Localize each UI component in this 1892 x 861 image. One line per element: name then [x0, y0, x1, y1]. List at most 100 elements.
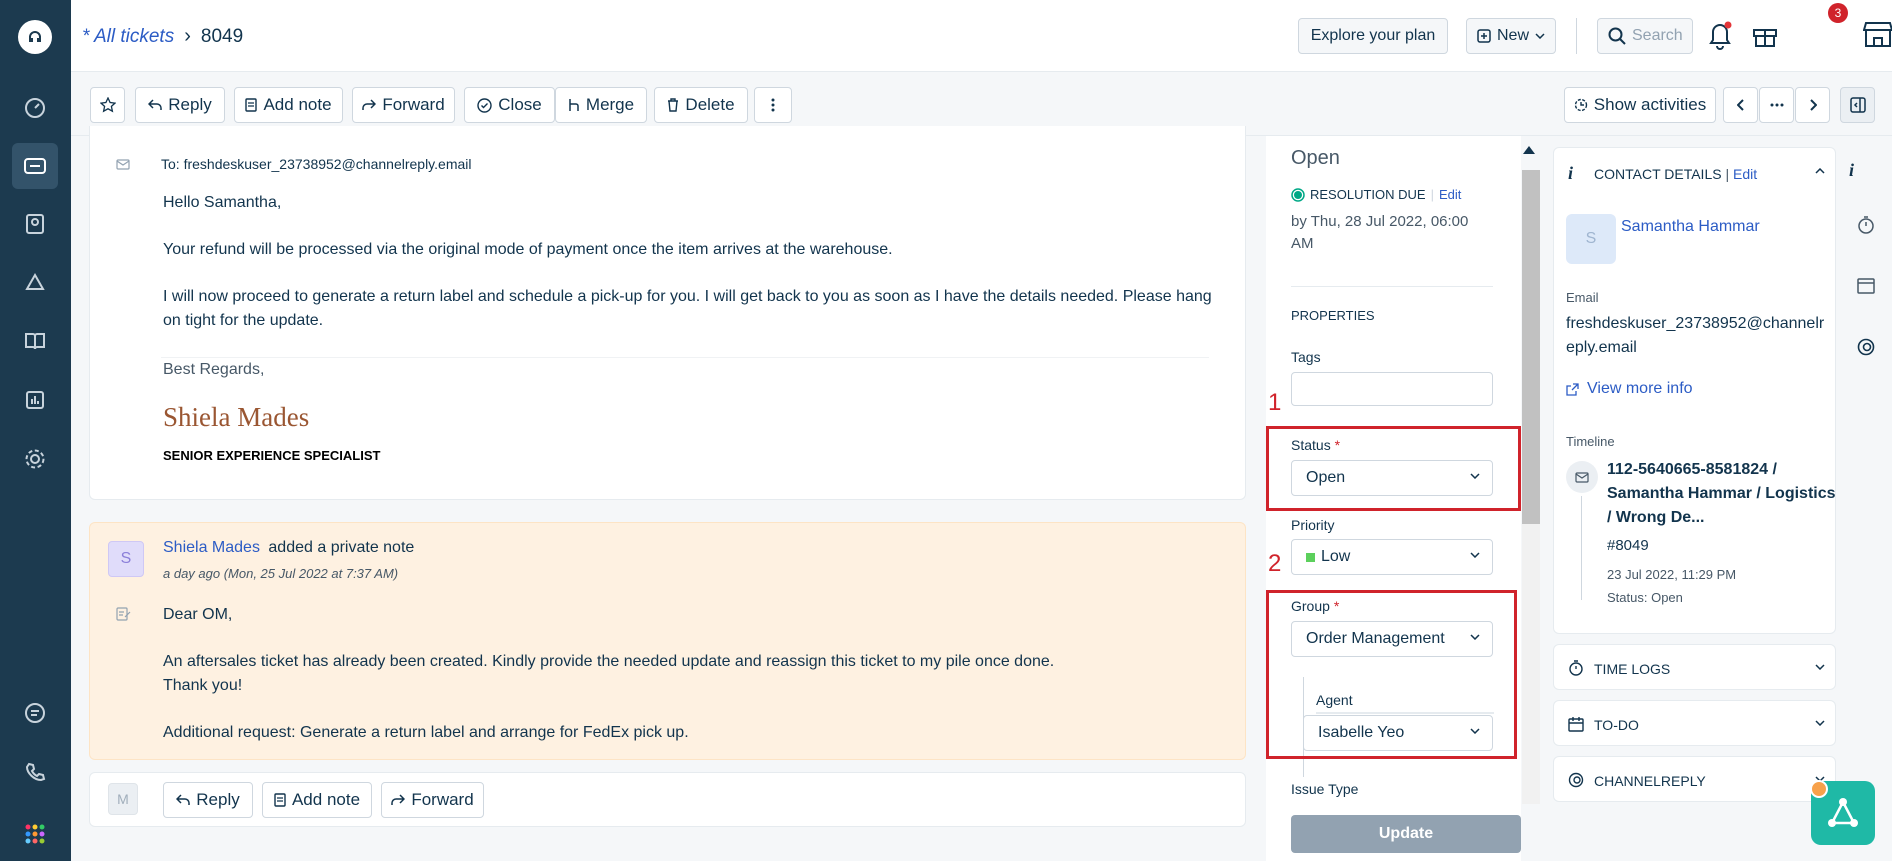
breadcrumb: * All tickets › 8049	[82, 25, 243, 48]
horizontal-dots-icon	[1770, 103, 1783, 107]
rail-info-icon[interactable]: i	[1849, 160, 1854, 181]
show-activities-button[interactable]: Show activities	[1564, 87, 1716, 123]
close-ticket-button[interactable]: Close	[464, 87, 555, 123]
note-line-2: An aftersales ticket has already been cr…	[163, 653, 1055, 670]
previous-ticket-button[interactable]	[1723, 87, 1758, 123]
delete-button[interactable]: Delete	[654, 87, 748, 123]
note-edit-icon	[116, 607, 131, 621]
timer-icon	[1569, 660, 1583, 676]
assistant-network-icon	[1828, 798, 1858, 827]
merge-button[interactable]: Merge	[555, 87, 647, 123]
recipient-line: To: freshdeskuser_23738952@channelreply.…	[161, 156, 472, 172]
todo-panel[interactable]: TO-DO	[1553, 700, 1836, 746]
contacts-icon[interactable]	[12, 201, 58, 247]
new-button[interactable]: New	[1466, 18, 1556, 54]
freshdesk-logo-icon[interactable]	[18, 20, 52, 54]
chevron-down-icon	[1815, 664, 1825, 670]
signature-name: Shiela Mades	[163, 402, 310, 432]
search-input[interactable]: Search	[1597, 18, 1693, 54]
merge-label: Merge	[585, 95, 635, 114]
rail-channelreply-icon[interactable]	[1857, 338, 1875, 356]
chevron-down-icon	[1535, 33, 1545, 39]
header-divider	[1576, 18, 1577, 54]
close-label: Close	[498, 95, 542, 114]
reply-bar-reply-button[interactable]: Reply	[163, 782, 253, 818]
note-icon	[245, 98, 258, 112]
reply-bar-reply-label: Reply	[196, 790, 240, 809]
add-note-button[interactable]: Add note	[234, 87, 343, 123]
reply-bar-add-note-button[interactable]: Add note	[262, 782, 372, 818]
reply-icon	[176, 794, 191, 805]
activity-clock-icon	[1574, 98, 1587, 112]
show-activities-label: Show activities	[1593, 95, 1707, 114]
all-tickets-link[interactable]: * All tickets	[82, 26, 174, 48]
timeline-subject-line-2[interactable]: Samantha Hammar / Logistics	[1607, 485, 1836, 503]
chevron-right-icon	[1809, 99, 1817, 111]
resolution-due-label: RESOLUTION DUE	[1310, 187, 1426, 202]
time-logs-panel[interactable]: TIME LOGS	[1553, 644, 1836, 690]
gift-icon[interactable]	[1751, 20, 1779, 48]
chevron-up-icon[interactable]	[1815, 168, 1825, 174]
explore-plan-button[interactable]: Explore your plan	[1298, 18, 1448, 54]
channelreply-icon	[1568, 772, 1584, 788]
resolution-edit-link[interactable]: Edit	[1439, 187, 1461, 202]
search-placeholder: Search	[1632, 27, 1683, 44]
note-line-3: Thank you!	[163, 677, 243, 694]
toggle-sidebar-button[interactable]	[1840, 87, 1875, 123]
forward-button[interactable]: Forward	[352, 87, 455, 123]
email-message-card: To: freshdeskuser_23738952@channelreply.…	[89, 126, 1246, 500]
email-line-1: Your refund will be processed via the or…	[163, 241, 893, 258]
reply-button[interactable]: Reply	[135, 87, 225, 123]
next-ticket-button[interactable]	[1795, 87, 1830, 123]
timeline-subject-line-3[interactable]: / Wrong De...	[1607, 509, 1704, 527]
companies-icon[interactable]	[12, 260, 58, 306]
tickets-icon[interactable]	[12, 143, 58, 189]
settings-icon[interactable]	[12, 436, 58, 482]
issue-type-label: Issue Type	[1291, 781, 1359, 797]
view-more-info-link[interactable]: View more info	[1566, 380, 1693, 398]
reply-label: Reply	[168, 95, 212, 114]
marketplace-store-icon[interactable]	[1863, 20, 1892, 48]
email-line-2b: on tight for the update.	[163, 312, 324, 329]
time-logs-title: TIME LOGS	[1594, 661, 1671, 677]
ticket-list-button[interactable]	[1759, 87, 1794, 123]
contact-name-link[interactable]: Samantha Hammar	[1621, 218, 1760, 236]
properties-scrollbar-thumb[interactable]	[1522, 170, 1540, 524]
note-author-link[interactable]: Shiela Mades	[163, 539, 260, 556]
reports-icon[interactable]	[12, 377, 58, 423]
check-circle-icon	[477, 97, 492, 113]
contact-edit-link[interactable]: Edit	[1733, 166, 1757, 182]
contact-email-line-2: eply.email	[1566, 339, 1637, 356]
timeline-status: Status: Open	[1607, 590, 1683, 605]
reply-bar-add-note-label: Add note	[291, 790, 361, 809]
priority-label: Priority	[1291, 517, 1335, 533]
dashboard-icon[interactable]	[12, 85, 58, 131]
rail-timer-icon[interactable]	[1857, 216, 1875, 234]
more-actions-button[interactable]	[754, 87, 792, 123]
update-button[interactable]: Update	[1291, 815, 1521, 853]
knowledge-base-icon[interactable]	[12, 318, 58, 364]
email-signature: Best Regards, Shiela Mades SENIOR EXPERI…	[161, 357, 1209, 470]
star-button[interactable]	[90, 87, 125, 123]
tags-input[interactable]	[1291, 372, 1493, 406]
contact-email-line-1: freshdeskuser_23738952@channelr	[1566, 315, 1825, 332]
timeline-subject-line-1[interactable]: 112-5640665-8581824 /	[1607, 461, 1777, 479]
priority-select[interactable]: Low	[1291, 539, 1493, 575]
scroll-up-arrow[interactable]	[1523, 146, 1535, 154]
search-icon	[1608, 27, 1626, 45]
notifications-bell-icon[interactable]	[1707, 20, 1733, 50]
phone-icon[interactable]	[12, 749, 58, 795]
contact-details-title: CONTACT DETAILS	[1594, 166, 1722, 182]
reply-bar-forward-button[interactable]: Forward	[381, 782, 484, 818]
email-greeting: Hello Samantha,	[163, 194, 282, 211]
rail-calendar-icon[interactable]	[1857, 276, 1875, 294]
channelreply-panel[interactable]: CHANNELREPLY	[1553, 756, 1836, 802]
top-header: * All tickets › 8049 Explore your plan N…	[71, 0, 1892, 72]
info-icon: i	[1568, 163, 1574, 183]
todo-title: TO-DO	[1594, 717, 1639, 733]
apps-grid-icon[interactable]	[12, 811, 58, 857]
chat-icon[interactable]	[12, 690, 58, 736]
due-date-line-1: by Thu, 28 Jul 2022, 06:00	[1291, 213, 1469, 230]
annotation-box-group-agent	[1266, 590, 1517, 759]
to-label: To:	[161, 156, 180, 172]
